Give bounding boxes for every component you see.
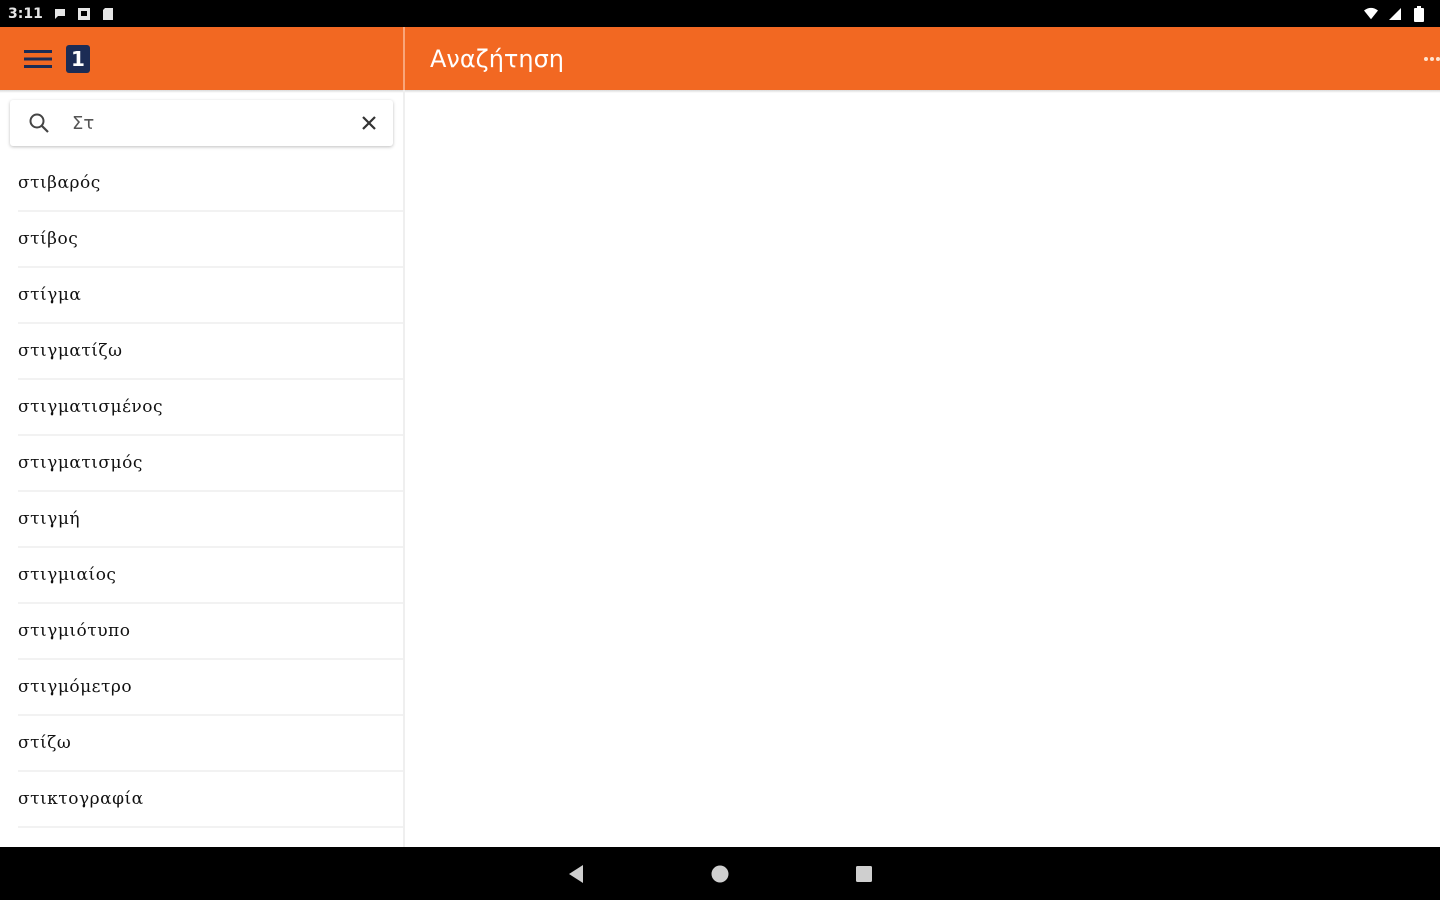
list-item[interactable]: στιγμόμετρο (18, 660, 403, 716)
back-icon[interactable] (560, 858, 592, 890)
list-item[interactable]: στιγματίζω (18, 324, 403, 380)
more-options-icon[interactable] (1424, 57, 1440, 61)
list-item[interactable]: στιγμιαίος (18, 548, 403, 604)
home-icon[interactable] (704, 858, 736, 890)
list-item[interactable]: στίβος (18, 212, 403, 268)
hamburger-menu-icon[interactable] (24, 49, 52, 69)
sd-card-icon (101, 7, 115, 21)
list-item[interactable]: στιγματισμένος (18, 380, 403, 436)
status-left: 3:11 (8, 6, 115, 22)
results-list: στιβαρός στίβος στίγμα στιγματίζω στιγμα… (0, 156, 403, 847)
app-logo: 1 (66, 44, 90, 73)
list-item[interactable]: στιγμή (18, 492, 403, 548)
search-icon (28, 112, 50, 134)
recents-icon[interactable] (848, 858, 880, 890)
signal-icon (1388, 7, 1402, 21)
search-input[interactable] (72, 112, 361, 134)
wifi-icon (1364, 7, 1378, 21)
list-item[interactable]: στίγμα (18, 268, 403, 324)
search-bar (10, 100, 393, 146)
list-item[interactable]: στίζω (18, 716, 403, 772)
close-icon[interactable] (361, 115, 377, 131)
status-time: 3:11 (8, 5, 43, 22)
battery-icon (1412, 5, 1426, 22)
chat-bubble-icon (53, 7, 67, 21)
status-bar: 3:11 (0, 0, 1440, 27)
status-right (1364, 5, 1426, 22)
page-title: Αναζήτηση (430, 44, 564, 73)
notification-square-icon (77, 7, 91, 21)
main-app-bar: Αναζήτηση (405, 27, 1440, 90)
list-item[interactable]: στικτογραφία (18, 772, 403, 828)
left-app-bar: 1 (0, 27, 403, 90)
list-item[interactable]: στιβαρός (18, 156, 403, 212)
system-nav-bar (0, 847, 1440, 900)
list-item[interactable]: στιγμιότυπο (18, 604, 403, 660)
list-item[interactable]: στιγματισμός (18, 436, 403, 492)
app-bar-shadow (0, 90, 1440, 93)
pane-divider (403, 90, 405, 847)
